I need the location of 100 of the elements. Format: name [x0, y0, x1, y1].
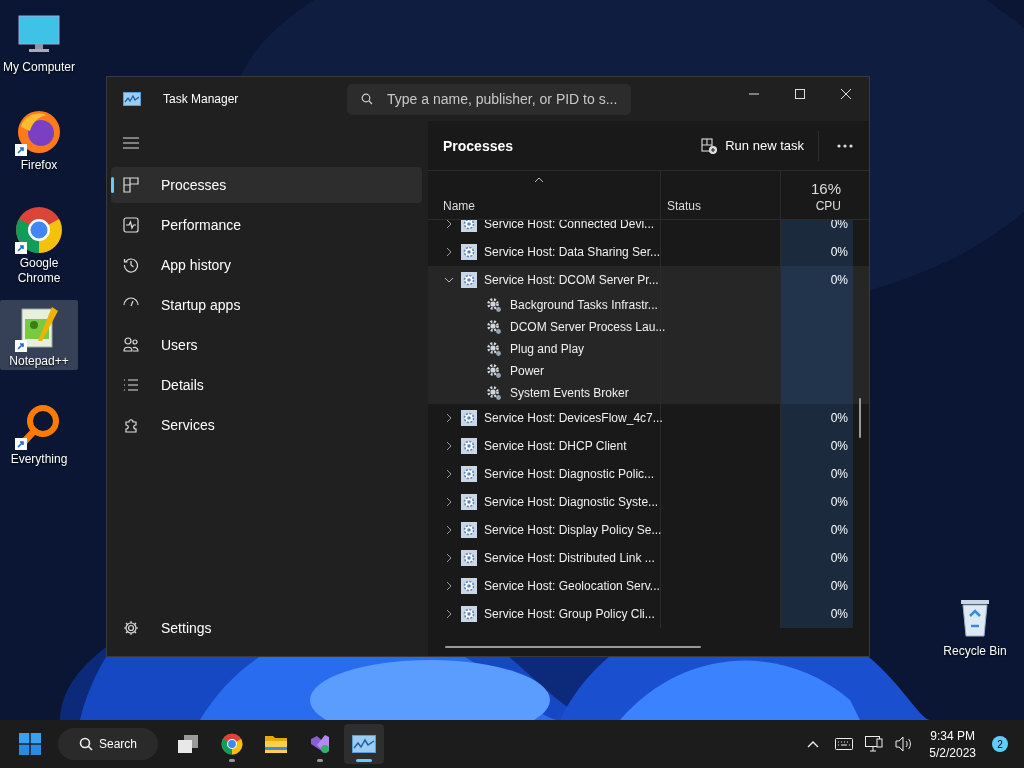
chevron-right-icon[interactable]	[444, 441, 454, 451]
pulse-icon	[123, 217, 139, 233]
process-name: Service Host: Distributed Link ...	[484, 551, 655, 565]
nav-item[interactable]: Performance	[111, 207, 422, 243]
task-view-icon	[176, 733, 200, 755]
clock-date[interactable]: 5/2/2023	[929, 745, 976, 760]
nav-item[interactable]: Services	[111, 407, 422, 443]
gear-window-icon	[461, 244, 477, 260]
chevron-right-icon[interactable]	[444, 497, 454, 507]
chevron-right-icon[interactable]	[444, 247, 454, 257]
chevron-right-icon[interactable]	[444, 609, 454, 619]
cpu-value: 0%	[830, 245, 848, 259]
taskbar-app-button[interactable]	[344, 724, 384, 764]
app-chart-icon	[352, 735, 376, 753]
chevron-right-icon[interactable]	[444, 581, 454, 591]
desktop-shortcut[interactable]: Google Chrome	[0, 202, 78, 296]
search-field[interactable]: Type a name, publisher, or PID to s...	[347, 83, 631, 115]
notification-badge[interactable]: 2	[992, 736, 1008, 752]
shortcut-label: Firefox	[20, 158, 58, 173]
desktop-shortcut[interactable]: Recycle Bin	[940, 596, 1010, 659]
selection-indicator	[111, 177, 114, 193]
run-new-task-button[interactable]: Run new task	[695, 131, 810, 160]
browser-logo-icon	[15, 206, 63, 254]
desktop-shortcut[interactable]: Notepad++	[0, 300, 78, 370]
column-header[interactable]: Status	[667, 199, 702, 213]
taskbar-search-button[interactable]: Search	[58, 728, 158, 760]
clock-time[interactable]: 9:34 PM	[930, 728, 975, 743]
scrollbar-thumb[interactable]	[859, 398, 861, 438]
search-icon	[79, 737, 93, 751]
desktop-shortcut[interactable]: Firefox	[0, 104, 78, 198]
shortcut-label: My Computer	[3, 60, 75, 75]
list-icon	[123, 377, 139, 393]
chevron-right-icon[interactable]	[444, 469, 454, 479]
gear-window-icon	[461, 220, 477, 232]
page-title: Processes	[443, 137, 514, 154]
gears-icon	[486, 319, 502, 335]
service-name: Background Tasks Infrastr...	[510, 298, 658, 312]
puzzle-icon	[123, 417, 139, 433]
cpu-value: 0%	[830, 579, 848, 593]
nav-item[interactable]: Users	[111, 327, 422, 363]
nav-item[interactable]: App history	[111, 247, 422, 283]
gear-window-icon	[461, 272, 477, 288]
nav-item[interactable]: Processes	[111, 167, 422, 203]
process-name: Service Host: DevicesFlow_4c7...	[484, 411, 663, 425]
process-name: Service Host: Diagnostic Polic...	[484, 467, 655, 481]
shortcut-arrow-icon	[15, 144, 27, 156]
cpu-cell	[781, 382, 853, 404]
desktop-shortcut[interactable]: My Computer	[0, 6, 78, 100]
shortcut-label: Everything	[10, 452, 68, 467]
maximize-icon	[794, 88, 806, 100]
browser-logo-icon	[221, 733, 243, 755]
process-name: Service Host: Connected Devi...	[484, 220, 655, 231]
folder-icon	[264, 734, 288, 754]
gear-window-icon	[461, 494, 477, 510]
cpu-value: 0%	[830, 220, 848, 231]
users-icon	[123, 337, 139, 353]
shortcut-arrow-icon	[15, 242, 27, 254]
desktop-shortcut[interactable]: Everything	[0, 398, 78, 492]
column-header[interactable]: CPU	[815, 199, 841, 213]
volume-icon[interactable]	[895, 736, 914, 752]
new-task-icon	[701, 137, 718, 154]
close-icon	[840, 88, 852, 100]
process-name: Service Host: Group Policy Cli...	[484, 607, 655, 621]
cpu-value: 0%	[830, 411, 848, 425]
service-name: System Events Broker	[510, 386, 629, 400]
chevron-right-icon[interactable]	[444, 525, 454, 535]
nav-item[interactable]: Details	[111, 367, 422, 403]
shortcut-label: Recycle Bin	[943, 644, 1007, 659]
settings-item[interactable]: Settings	[111, 610, 422, 646]
app-chart-icon	[123, 92, 141, 106]
more-icon	[837, 143, 853, 148]
gear-window-icon	[461, 438, 477, 454]
cpu-value: 0%	[830, 439, 848, 453]
shortcut-arrow-icon	[15, 438, 27, 450]
network-icon[interactable]	[865, 736, 884, 752]
menu-icon	[123, 137, 139, 149]
search-icon	[361, 93, 373, 105]
gears-icon	[486, 297, 502, 313]
cpu-total: 16%	[810, 180, 841, 197]
keyboard-icon[interactable]	[835, 738, 854, 750]
process-name: Service Host: Geolocation Serv...	[484, 579, 660, 593]
chevron-right-icon[interactable]	[444, 553, 454, 563]
ribbon-logo-icon	[309, 733, 331, 755]
column-header[interactable]: Name	[443, 199, 475, 213]
service-name: Power	[510, 364, 544, 378]
cpu-value: 0%	[830, 467, 848, 481]
nav-item[interactable]: Startup apps	[111, 287, 422, 323]
scrollbar-thumb[interactable]	[445, 646, 701, 648]
cpu-value: 0%	[830, 551, 848, 565]
process-name: Service Host: Diagnostic Syste...	[484, 495, 659, 509]
shortcut-label: Google Chrome	[16, 256, 62, 286]
chevron-right-icon[interactable]	[444, 413, 454, 423]
chevron-right-icon[interactable]	[444, 220, 454, 229]
window-title: Task Manager	[163, 92, 240, 106]
chevron-down-icon[interactable]	[444, 275, 454, 285]
monitor-icon	[17, 14, 61, 54]
grid-icon	[123, 177, 139, 193]
service-name: Plug and Play	[510, 342, 585, 356]
sort-caret-icon	[534, 177, 544, 183]
gear-window-icon	[461, 578, 477, 594]
